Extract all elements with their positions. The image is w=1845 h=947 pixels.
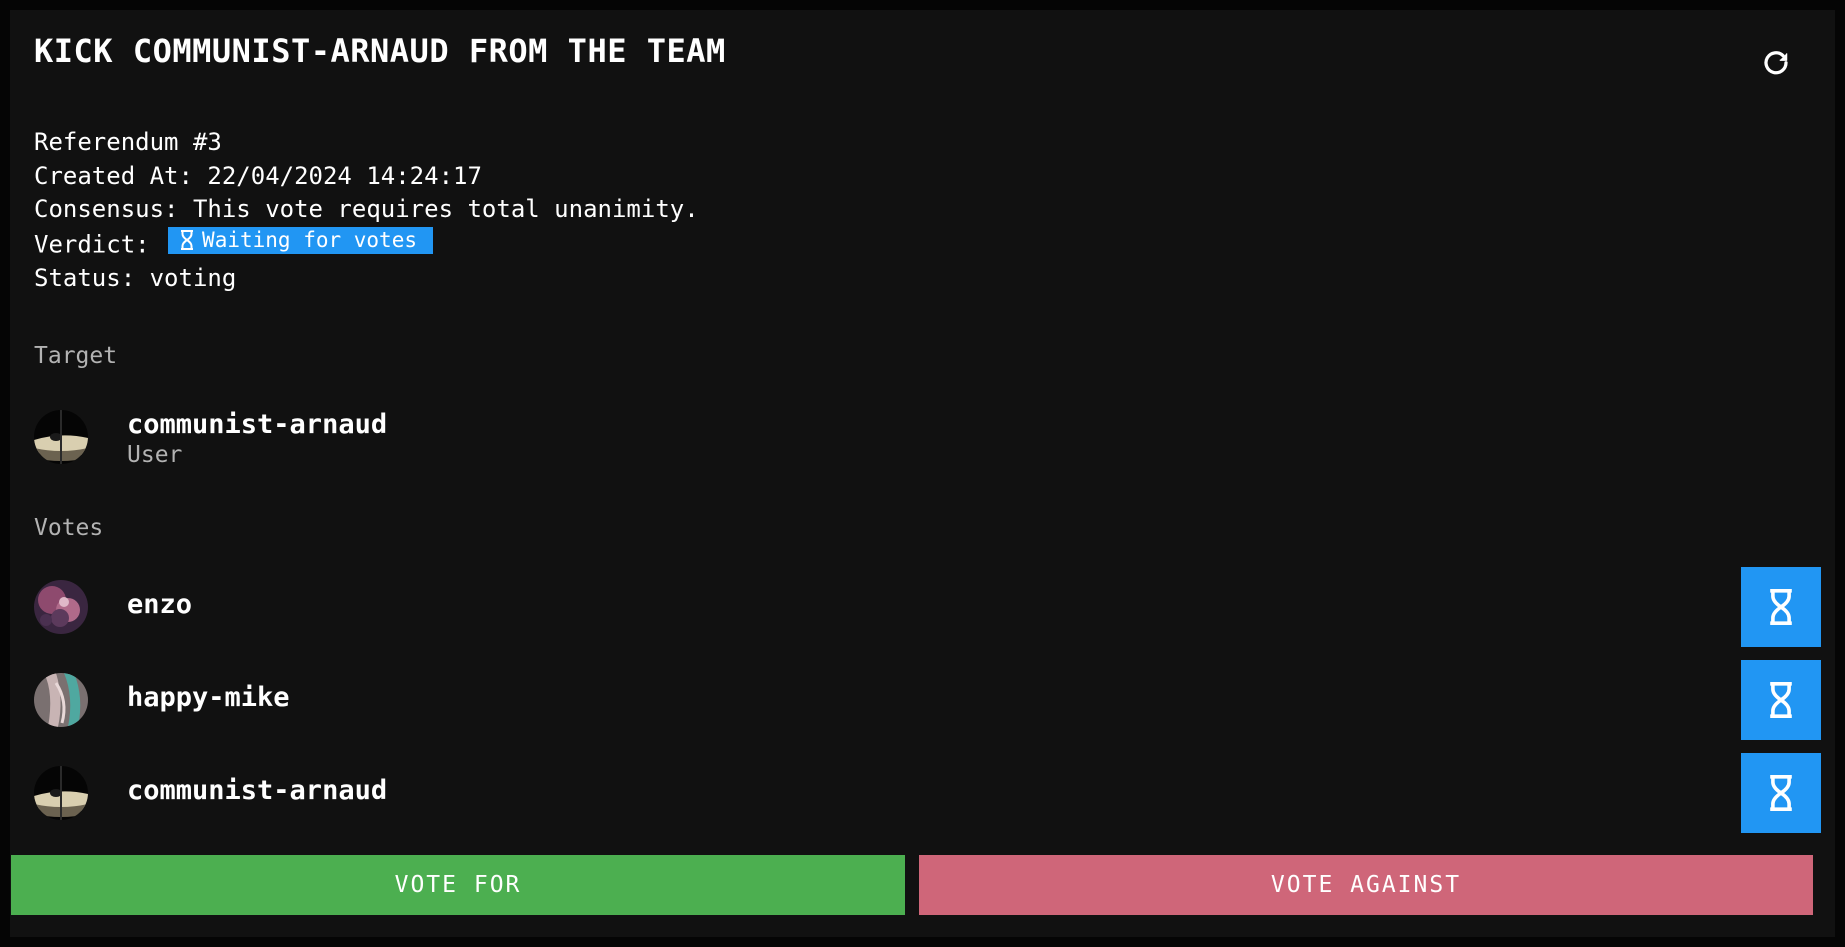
avatar (34, 410, 88, 464)
target-role: User (127, 442, 183, 468)
referendum-meta: Referendum #3 Created At: 22/04/2024 14:… (34, 126, 699, 295)
status: Status: voting (34, 263, 237, 292)
voter-name: communist-arnaud (127, 775, 388, 806)
referendum-panel: KICK COMMUNIST-ARNAUD FROM THE TEAM Refe… (10, 10, 1835, 937)
verdict-label: Verdict: (34, 230, 165, 258)
verdict-text: Waiting for votes (202, 227, 417, 252)
vote-row: communist-arnaud (34, 753, 1821, 833)
hourglass-icon (181, 230, 194, 250)
avatar (34, 673, 88, 727)
referendum-number: Referendum #3 (34, 128, 222, 156)
vote-row: happy-mike (34, 660, 1821, 740)
target-user: communist-arnaud User (34, 397, 1821, 477)
vote-row: enzo (34, 567, 1821, 647)
votes-section-label: Votes (34, 515, 104, 541)
refresh-icon (1764, 51, 1788, 75)
verdict-badge: Waiting for votes (168, 226, 433, 254)
vote-against-button[interactable]: VOTE AGAINST (919, 855, 1813, 915)
created-at: Created At: 22/04/2024 14:24:17 (34, 161, 482, 190)
vote-status-pending (1741, 753, 1821, 833)
target-section-label: Target (34, 343, 118, 369)
target-name: communist-arnaud (127, 409, 388, 440)
vote-status-pending (1741, 567, 1821, 647)
avatar (34, 580, 88, 634)
hourglass-icon (1770, 589, 1792, 625)
hourglass-icon (1770, 775, 1792, 811)
vote-status-pending (1741, 660, 1821, 740)
voter-name: happy-mike (127, 682, 290, 713)
verdict-row: Verdict: Waiting for votes (34, 226, 699, 262)
hourglass-icon (1770, 682, 1792, 718)
refresh-button[interactable] (1756, 44, 1796, 84)
consensus: Consensus: This vote requires total unan… (34, 195, 699, 223)
avatar (34, 766, 88, 820)
page-title: KICK COMMUNIST-ARNAUD FROM THE TEAM (34, 32, 726, 70)
voter-name: enzo (127, 589, 193, 620)
vote-for-button[interactable]: VOTE FOR (11, 855, 905, 915)
